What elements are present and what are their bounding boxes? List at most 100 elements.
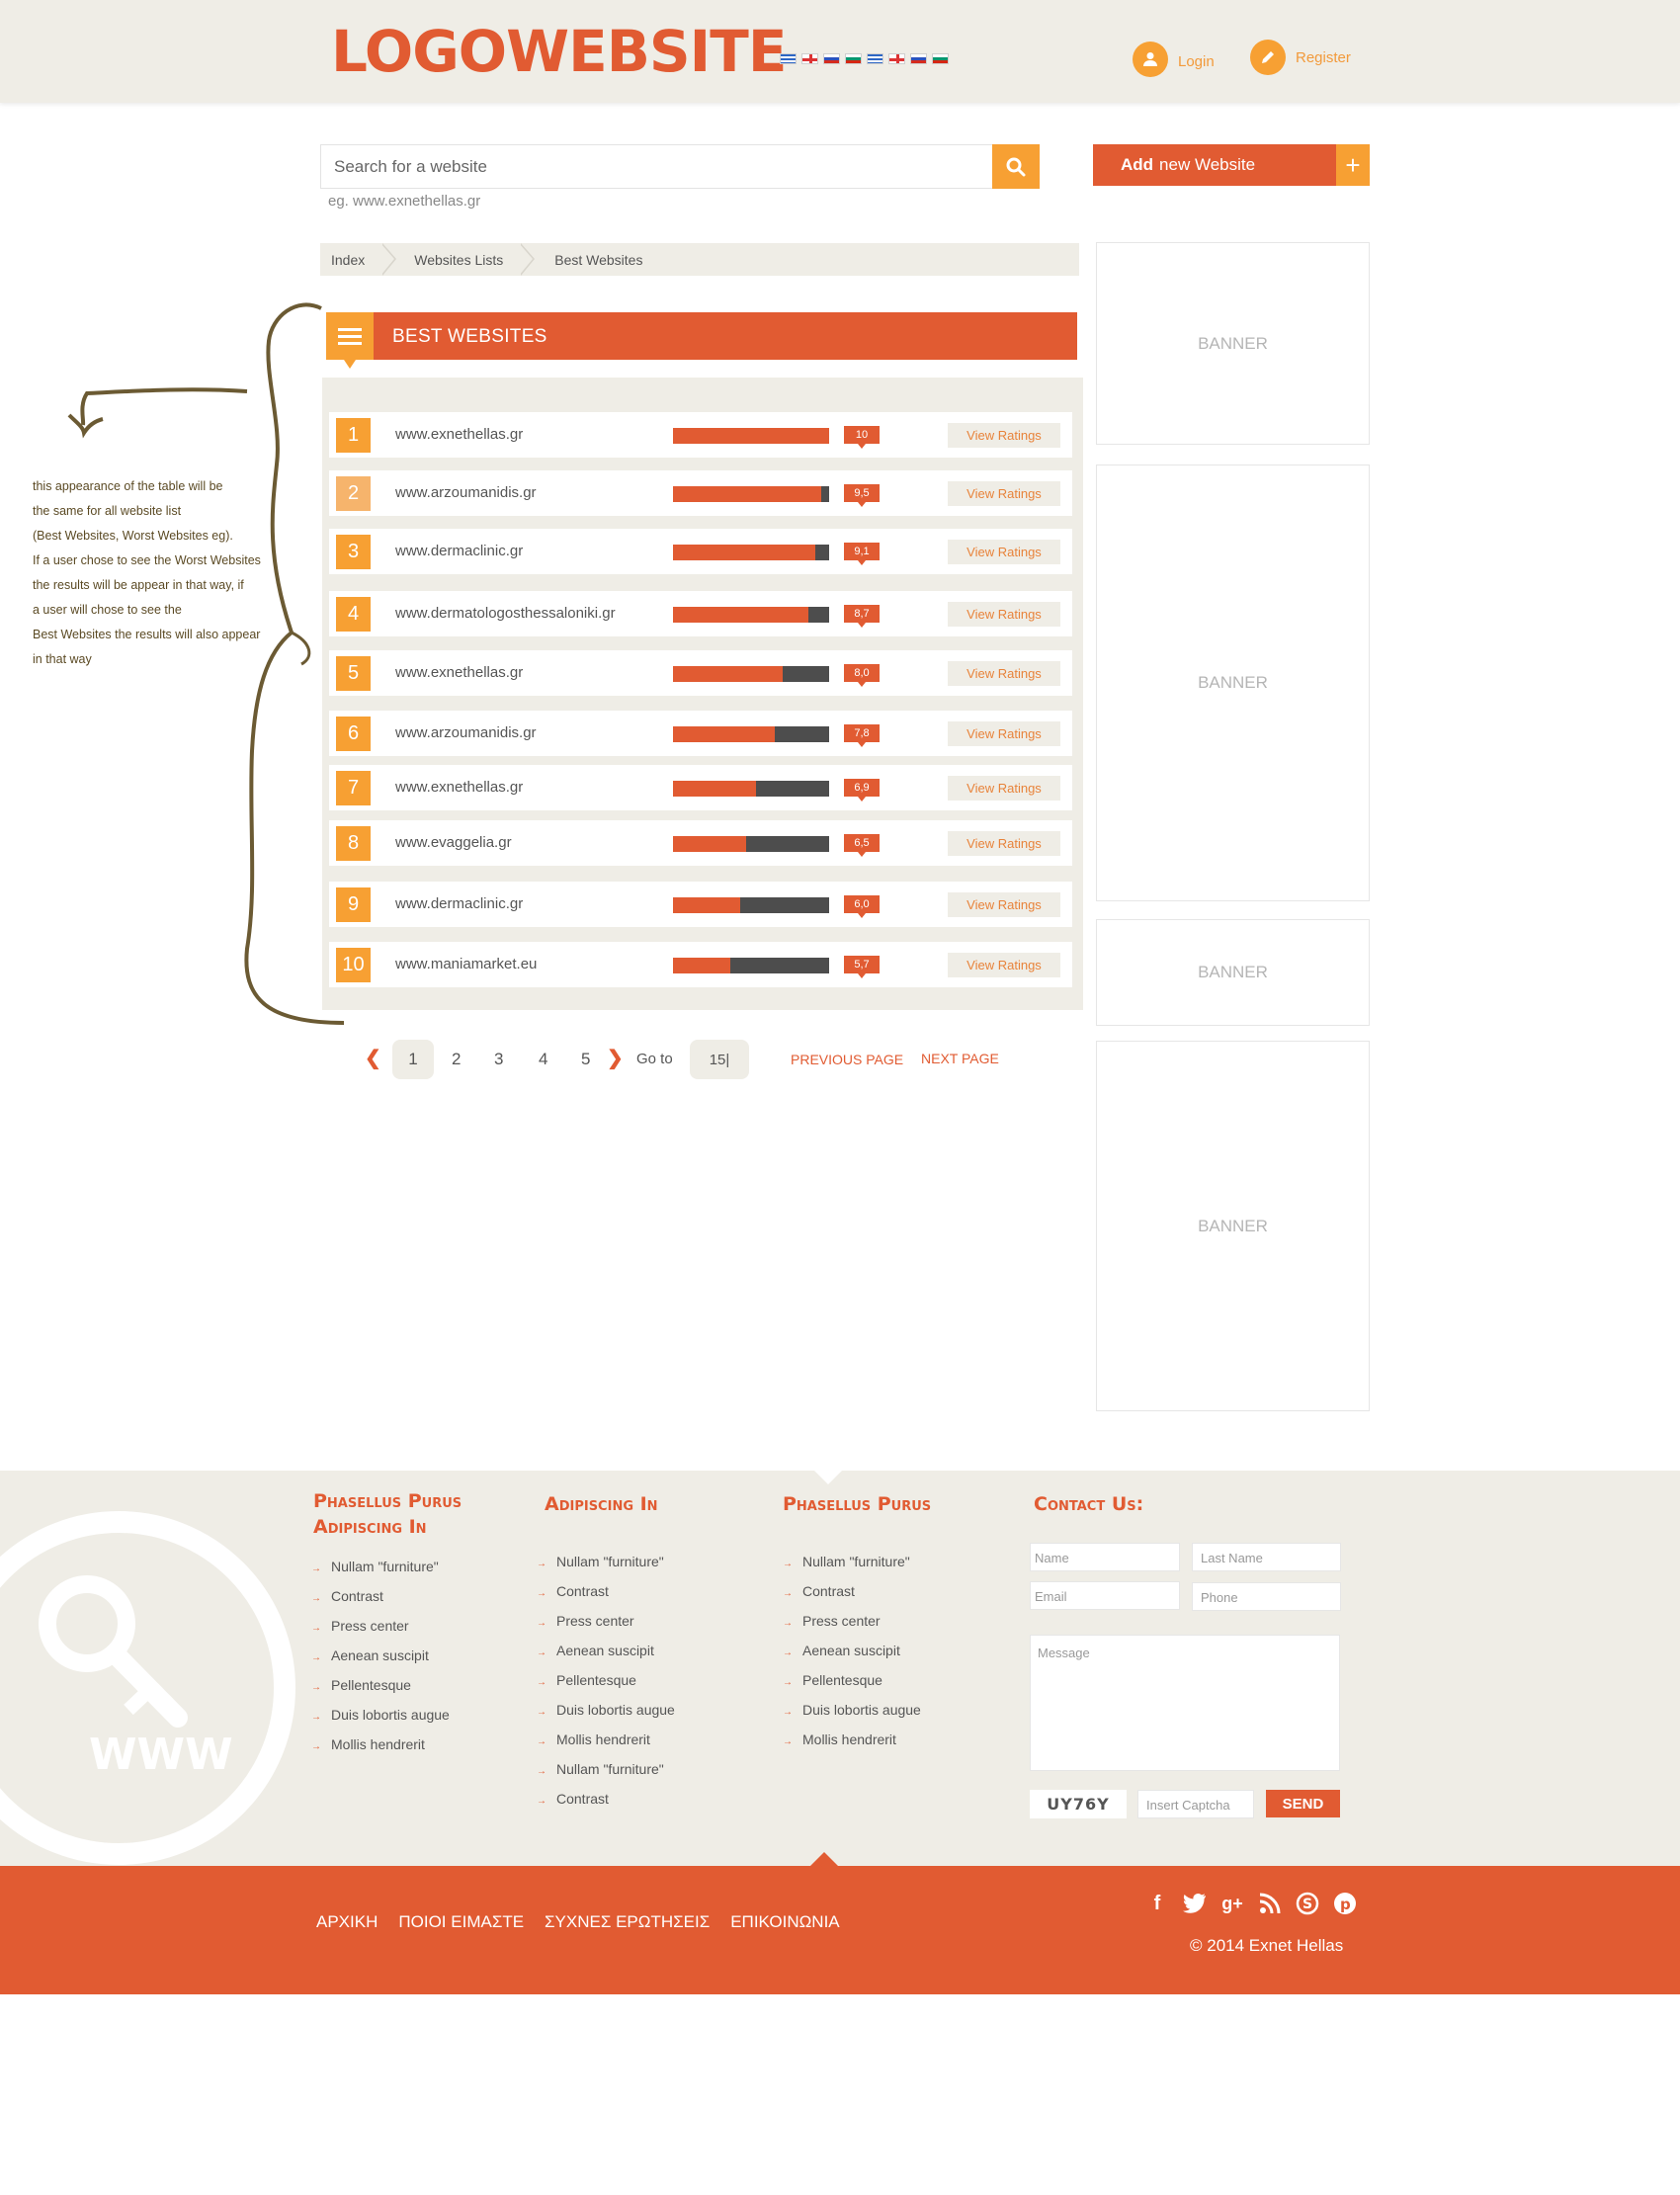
bulgarian-flag-icon[interactable] bbox=[932, 53, 949, 64]
previous-page-link[interactable]: PREVIOUS PAGE bbox=[791, 1052, 903, 1067]
footer-link[interactable]: Aenean suscipit bbox=[537, 1636, 675, 1665]
website-name[interactable]: www.evaggelia.gr bbox=[395, 834, 512, 851]
website-name[interactable]: www.dermaclinic.gr bbox=[395, 543, 523, 559]
goto-page-input[interactable]: 15| bbox=[690, 1040, 749, 1079]
view-ratings-button[interactable]: View Ratings bbox=[948, 831, 1060, 856]
table-row[interactable]: 6 www.arzoumanidis.gr 7,8 View Ratings bbox=[329, 711, 1072, 756]
footer-link[interactable]: Press center bbox=[311, 1611, 450, 1641]
chevron-left-icon[interactable]: ❮ bbox=[365, 1046, 381, 1070]
table-row[interactable]: 10 www.maniamarket.eu 5,7 View Ratings bbox=[329, 942, 1072, 987]
page-4[interactable]: 4 bbox=[539, 1050, 547, 1069]
table-row[interactable]: 8 www.evaggelia.gr 6,5 View Ratings bbox=[329, 820, 1072, 866]
footer-link[interactable]: Nullam "furniture" bbox=[783, 1547, 921, 1576]
bulgarian-flag-icon[interactable] bbox=[845, 53, 862, 64]
website-name[interactable]: www.exnethellas.gr bbox=[395, 664, 523, 681]
footer-link[interactable]: Pellentesque bbox=[783, 1665, 921, 1695]
table-row[interactable]: 4 www.dermatologosthessaloniki.gr 8,7 View … bbox=[329, 591, 1072, 636]
view-ratings-button[interactable]: View Ratings bbox=[948, 481, 1060, 506]
login-button[interactable]: Login bbox=[1133, 42, 1215, 77]
breadcrumb-item-websites-lists[interactable]: Websites Lists bbox=[396, 243, 536, 276]
greek-flag-icon[interactable] bbox=[780, 53, 797, 64]
table-row[interactable]: 7 www.exnethellas.gr 6,9 View Ratings bbox=[329, 765, 1072, 810]
russian-flag-icon[interactable] bbox=[823, 53, 840, 64]
footer-link[interactable]: Contrast bbox=[311, 1581, 450, 1611]
footer-link[interactable]: Contrast bbox=[537, 1576, 675, 1606]
breadcrumb-item-index[interactable]: Index bbox=[320, 243, 397, 276]
contact-name-input[interactable]: Name bbox=[1030, 1543, 1180, 1571]
uk-flag-icon[interactable] bbox=[888, 53, 905, 64]
next-page-link[interactable]: NEXT PAGE bbox=[921, 1051, 999, 1066]
website-name[interactable]: www.maniamarket.eu bbox=[395, 956, 537, 972]
footer-nav-faq[interactable]: ΣΥΧΝΕΣ ΕΡΩΤΗΣΕΙΣ bbox=[545, 1912, 710, 1932]
table-row[interactable]: 3 www.dermaclinic.gr 9,1 View Ratings bbox=[329, 529, 1072, 574]
footer-link[interactable]: Pellentesque bbox=[537, 1665, 675, 1695]
footer-link[interactable]: Pellentesque bbox=[311, 1670, 450, 1700]
contact-message-textarea[interactable]: Message bbox=[1030, 1635, 1340, 1771]
footer-link[interactable]: Press center bbox=[537, 1606, 675, 1636]
page-2[interactable]: 2 bbox=[452, 1050, 461, 1069]
view-ratings-button[interactable]: View Ratings bbox=[948, 540, 1060, 564]
page-3[interactable]: 3 bbox=[494, 1050, 503, 1069]
footer-link[interactable]: Contrast bbox=[783, 1576, 921, 1606]
rss-icon[interactable] bbox=[1257, 1891, 1283, 1916]
view-ratings-button[interactable]: View Ratings bbox=[948, 721, 1060, 746]
table-row[interactable]: 5 www.exnethellas.gr 8,0 View Ratings bbox=[329, 650, 1072, 696]
footer-link[interactable]: Nullam "furniture" bbox=[537, 1754, 675, 1784]
banner-1[interactable]: BANNER bbox=[1096, 242, 1370, 445]
banner-3[interactable]: BANNER bbox=[1096, 919, 1370, 1026]
contact-last-name-input[interactable]: Last Name bbox=[1192, 1543, 1341, 1571]
footer-link[interactable]: Duis lobortis augue bbox=[311, 1700, 450, 1730]
register-button[interactable]: Register bbox=[1250, 40, 1351, 75]
footer-link[interactable]: Nullam "furniture" bbox=[537, 1547, 675, 1576]
contact-phone-input[interactable]: Phone bbox=[1192, 1582, 1341, 1611]
banner-2[interactable]: BANNER bbox=[1096, 464, 1370, 901]
captcha-input[interactable]: Insert Captcha bbox=[1137, 1790, 1254, 1818]
table-row[interactable]: 9 www.dermaclinic.gr 6,0 View Ratings bbox=[329, 882, 1072, 927]
footer-link[interactable]: Duis lobortis augue bbox=[537, 1695, 675, 1725]
footer-link[interactable]: Aenean suscipit bbox=[783, 1636, 921, 1665]
footer-nav-about[interactable]: ΠΟΙΟΙ ΕΙΜΑΣΤΕ bbox=[398, 1912, 524, 1932]
footer-link[interactable]: Mollis hendrerit bbox=[537, 1725, 675, 1754]
footer-link[interactable]: Press center bbox=[783, 1606, 921, 1636]
footer-link[interactable]: Nullam "furniture" bbox=[311, 1552, 450, 1581]
view-ratings-button[interactable]: View Ratings bbox=[948, 892, 1060, 917]
view-ratings-button[interactable]: View Ratings bbox=[948, 661, 1060, 686]
footer-nav-contact[interactable]: ΕΠΙΚΟΙΝΩΝΙΑ bbox=[730, 1912, 839, 1932]
chevron-right-icon[interactable]: ❯ bbox=[607, 1046, 624, 1070]
website-name[interactable]: www.exnethellas.gr bbox=[395, 779, 523, 796]
view-ratings-button[interactable]: View Ratings bbox=[948, 953, 1060, 977]
banner-4[interactable]: BANNER bbox=[1096, 1041, 1370, 1411]
skype-icon[interactable]: S bbox=[1295, 1891, 1320, 1916]
uk-flag-icon[interactable] bbox=[801, 53, 818, 64]
google-plus-icon[interactable]: g+ bbox=[1219, 1891, 1245, 1916]
footer-link[interactable]: Mollis hendrerit bbox=[783, 1725, 921, 1754]
website-name[interactable]: www.arzoumanidis.gr bbox=[395, 724, 537, 741]
view-ratings-button[interactable]: View Ratings bbox=[948, 602, 1060, 627]
russian-flag-icon[interactable] bbox=[910, 53, 927, 64]
table-row[interactable]: 2 www.arzoumanidis.gr 9,5 View Ratings bbox=[329, 470, 1072, 516]
facebook-icon[interactable]: f bbox=[1144, 1891, 1170, 1916]
footer-link[interactable]: Contrast bbox=[537, 1784, 675, 1814]
page-5[interactable]: 5 bbox=[581, 1050, 590, 1069]
view-ratings-button[interactable]: View Ratings bbox=[948, 423, 1060, 448]
website-name[interactable]: www.dermatologosthessaloniki.gr bbox=[395, 605, 616, 622]
website-name[interactable]: www.exnethellas.gr bbox=[395, 426, 523, 443]
greek-flag-icon[interactable] bbox=[867, 53, 883, 64]
footer-link[interactable]: Aenean suscipit bbox=[311, 1641, 450, 1670]
page-1[interactable]: 1 bbox=[392, 1040, 434, 1079]
pinterest-icon[interactable]: p bbox=[1332, 1891, 1358, 1916]
send-button[interactable]: SEND bbox=[1266, 1790, 1340, 1817]
search-input[interactable] bbox=[321, 145, 983, 188]
footer-link[interactable]: Mollis hendrerit bbox=[311, 1730, 450, 1759]
search-button[interactable] bbox=[992, 144, 1040, 189]
view-ratings-button[interactable]: View Ratings bbox=[948, 776, 1060, 801]
twitter-icon[interactable] bbox=[1182, 1891, 1208, 1916]
add-new-website-button[interactable]: Add new Website + bbox=[1093, 144, 1370, 186]
footer-link[interactable]: Duis lobortis augue bbox=[783, 1695, 921, 1725]
contact-email-input[interactable]: Email bbox=[1030, 1581, 1180, 1610]
website-name[interactable]: www.dermaclinic.gr bbox=[395, 895, 523, 912]
footer-nav-home[interactable]: ΑΡΧΙΚΗ bbox=[316, 1912, 378, 1932]
table-row[interactable]: 1 www.exnethellas.gr 10 View Ratings bbox=[329, 412, 1072, 458]
logo[interactable]: LOGOWEBSITE bbox=[331, 18, 787, 85]
website-name[interactable]: www.arzoumanidis.gr bbox=[395, 484, 537, 501]
